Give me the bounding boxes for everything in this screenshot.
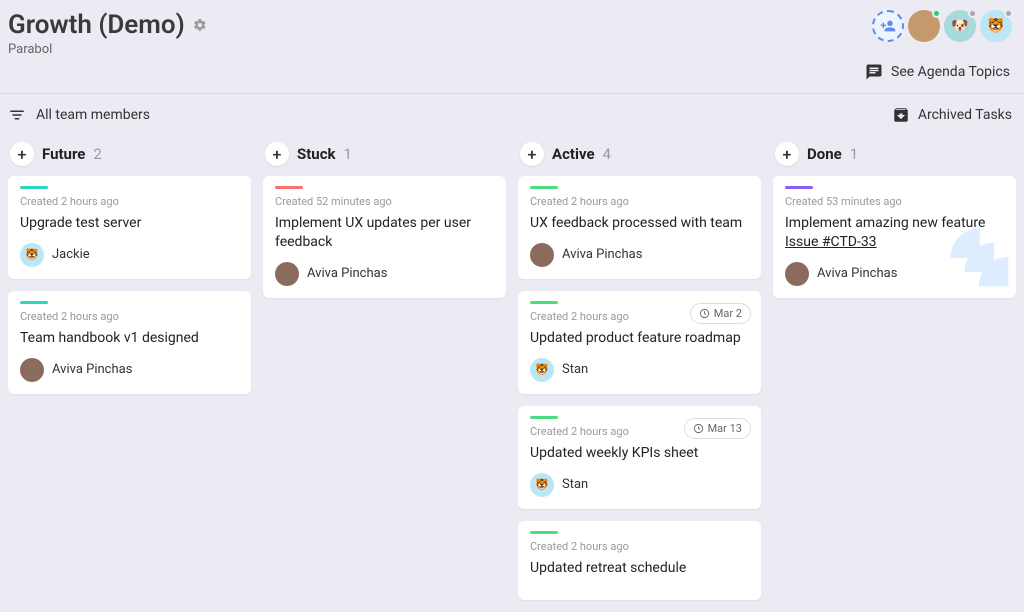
task-card[interactable]: Created 2 hours ago UX feedback processed… xyxy=(518,176,761,279)
task-card[interactable]: Created 2 hours ago Upgrade test server 🐯 J… xyxy=(8,176,251,279)
assignee-row: 🐯 Jackie xyxy=(20,243,239,267)
card-title: UX feedback processed with team xyxy=(530,214,749,233)
card-meta: Created 2 hours ago xyxy=(530,540,749,553)
assignee-row: Aviva Pinchas xyxy=(275,262,494,286)
status-dot-away xyxy=(1004,9,1013,18)
assignee-avatar[interactable] xyxy=(785,262,809,286)
archive-icon xyxy=(892,106,910,124)
assignee-name: Stan xyxy=(562,362,588,377)
due-date-text: Mar 13 xyxy=(708,422,742,435)
card-stripe xyxy=(20,301,48,304)
user-avatar-1[interactable] xyxy=(908,10,940,42)
filter-label: All team members xyxy=(36,107,150,123)
assignee-name: Aviva Pinchas xyxy=(307,266,387,281)
assignee-name: Jackie xyxy=(52,247,90,262)
card-stripe xyxy=(530,416,558,419)
card-stripe xyxy=(785,186,813,189)
card-title: Updated weekly KPIs sheet xyxy=(530,444,749,463)
column-title: Done xyxy=(807,145,842,163)
column-count: 4 xyxy=(603,145,611,163)
due-date-pill[interactable]: Mar 2 xyxy=(690,303,751,324)
card-title: Implement UX updates per user feedback xyxy=(275,214,494,252)
column-active: + Active 4 Created 2 hours ago UX feedback p… xyxy=(518,136,761,612)
card-meta: Created 52 minutes ago xyxy=(275,195,494,208)
column-future: + Future 2 Created 2 hours ago Upgrade test … xyxy=(8,136,251,612)
clock-icon xyxy=(693,423,704,434)
column-count: 1 xyxy=(344,145,352,163)
filter-button[interactable]: All team members xyxy=(8,106,150,124)
jira-icon xyxy=(946,224,1016,298)
status-dot-online xyxy=(932,9,941,18)
column-count: 1 xyxy=(850,145,858,163)
assignee-avatar[interactable]: 🐯 xyxy=(20,243,44,267)
due-date-text: Mar 2 xyxy=(714,307,742,320)
status-dot-away xyxy=(968,9,977,18)
column-title: Stuck xyxy=(297,145,336,163)
add-card-button[interactable]: + xyxy=(265,142,289,166)
task-card[interactable]: Created 53 minutes agoImplement amazing … xyxy=(773,176,1016,298)
column-title: Future xyxy=(42,145,85,163)
card-title: Team handbook v1 designed xyxy=(20,329,239,348)
card-title: Updated product feature roadmap xyxy=(530,329,749,348)
add-card-button[interactable]: + xyxy=(775,142,799,166)
assignee-row: Aviva Pinchas xyxy=(530,243,749,267)
assignee-name: Aviva Pinchas xyxy=(562,247,642,262)
comment-icon xyxy=(865,63,883,81)
card-title: Updated retreat schedule xyxy=(530,559,749,578)
column-count: 2 xyxy=(93,145,101,163)
filter-icon xyxy=(8,106,26,124)
assignee-avatar[interactable]: 🐯 xyxy=(530,358,554,382)
task-card[interactable]: Created 2 hours agoUpdated product featu… xyxy=(518,291,761,394)
assignee-name: Stan xyxy=(562,477,588,492)
card-stripe xyxy=(20,186,48,189)
user-avatar-3[interactable]: 🐯 xyxy=(980,10,1012,42)
card-meta: Created 2 hours ago xyxy=(20,195,239,208)
card-meta: Created 2 hours ago xyxy=(530,195,749,208)
assignee-name: Aviva Pinchas xyxy=(817,266,897,281)
assignee-avatar[interactable] xyxy=(20,358,44,382)
add-card-button[interactable]: + xyxy=(520,142,544,166)
card-meta: Created 53 minutes ago xyxy=(785,195,1004,208)
assignee-name: Aviva Pinchas xyxy=(52,362,132,377)
board-title: Growth (Demo) xyxy=(8,10,185,40)
card-stripe xyxy=(275,186,303,189)
column-title: Active xyxy=(552,145,595,163)
column-done: + Done 1 Created 53 minutes agoImplement am… xyxy=(773,136,1016,612)
card-stripe xyxy=(530,186,558,189)
gear-icon[interactable] xyxy=(193,18,207,32)
assignee-row: Aviva Pinchas xyxy=(20,358,239,382)
add-user-button[interactable] xyxy=(872,10,904,42)
archived-tasks-button[interactable]: Archived Tasks xyxy=(892,106,1012,124)
agenda-topics-label: See Agenda Topics xyxy=(891,64,1010,80)
agenda-topics-button[interactable]: See Agenda Topics xyxy=(865,63,1010,81)
user-avatar-2[interactable]: 🐶 xyxy=(944,10,976,42)
clock-icon xyxy=(699,308,710,319)
card-title: Upgrade test server xyxy=(20,214,239,233)
due-date-pill[interactable]: Mar 13 xyxy=(684,418,751,439)
avatar-group: 🐶 🐯 xyxy=(872,10,1012,42)
task-card[interactable]: Created 2 hours ago Team handbook v1 desi… xyxy=(8,291,251,394)
add-card-button[interactable]: + xyxy=(10,142,34,166)
board-subtitle: Parabol xyxy=(8,42,207,57)
assignee-row: 🐯 Stan xyxy=(530,358,749,382)
assignee-avatar[interactable]: 🐯 xyxy=(530,473,554,497)
card-stripe xyxy=(530,531,558,534)
issue-link[interactable]: Issue #CTD-33 xyxy=(785,234,877,250)
task-card[interactable]: Created 2 hours agoUpdated weekly KPIs s… xyxy=(518,406,761,509)
archived-label: Archived Tasks xyxy=(918,107,1012,123)
task-card[interactable]: Created 2 hours ago Updated retreat sched… xyxy=(518,521,761,600)
task-card[interactable]: Created 52 minutes ago Implement UX updat… xyxy=(263,176,506,298)
card-meta: Created 2 hours ago xyxy=(20,310,239,323)
assignee-avatar[interactable] xyxy=(275,262,299,286)
column-stuck: + Stuck 1 Created 52 minutes ago Implement U… xyxy=(263,136,506,612)
card-stripe xyxy=(530,301,558,304)
assignee-row: 🐯 Stan xyxy=(530,473,749,497)
assignee-avatar[interactable] xyxy=(530,243,554,267)
